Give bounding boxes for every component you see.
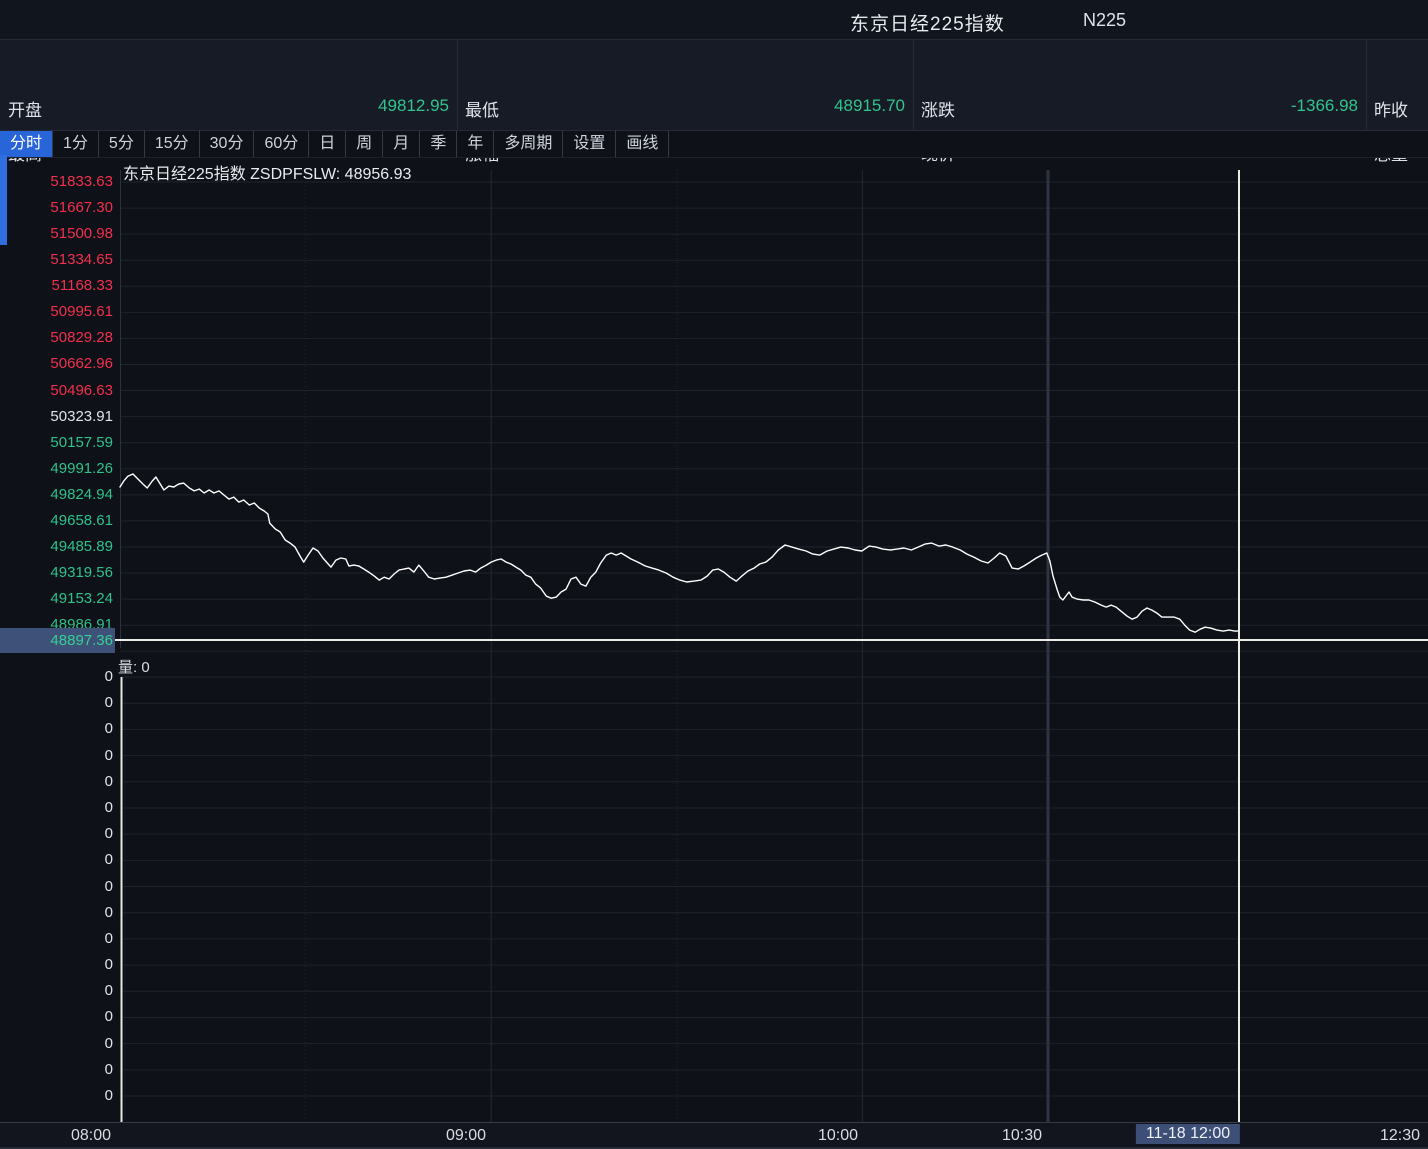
price-axis-label: 49824.94 bbox=[0, 486, 113, 504]
volume-axis-label: 0 bbox=[0, 720, 113, 738]
volume-axis-label: 0 bbox=[0, 1035, 113, 1053]
price-axis-label: 50829.28 bbox=[0, 329, 113, 347]
price-axis-label: 51168.33 bbox=[0, 277, 113, 295]
price-axis-label: 50323.91 bbox=[0, 408, 113, 426]
price-axis-label: 50662.96 bbox=[0, 355, 113, 373]
volume-axis-label: 0 bbox=[0, 851, 113, 869]
volume-axis-label: 0 bbox=[0, 747, 113, 765]
volume-axis-label: 0 bbox=[0, 1008, 113, 1026]
time-axis-label: 08:00 bbox=[71, 1127, 111, 1145]
price-axis-label: 51833.63 bbox=[0, 173, 113, 191]
time-axis-label: 09:00 bbox=[446, 1127, 486, 1145]
price-axis-label: 50496.63 bbox=[0, 382, 113, 400]
price-axis-label: 50157.59 bbox=[0, 434, 113, 452]
volume-axis-label: 0 bbox=[0, 668, 113, 686]
volume-readout-label: 量: 0 bbox=[118, 656, 150, 677]
price-axis-label: 51667.30 bbox=[0, 199, 113, 217]
trading-app-window: 东京日经225指数 N225 开盘 49812.95 最低 48915.70 涨… bbox=[0, 0, 1428, 1149]
volume-axis-label: 0 bbox=[0, 694, 113, 712]
time-axis-label: 12:30 bbox=[1380, 1127, 1420, 1145]
price-axis-label: 49658.61 bbox=[0, 512, 113, 530]
price-axis-label: 49153.24 bbox=[0, 590, 113, 608]
volume-axis-label: 0 bbox=[0, 773, 113, 791]
time-axis-label: 10:30 bbox=[1002, 1127, 1042, 1145]
volume-axis-label: 0 bbox=[0, 825, 113, 843]
volume-axis-label: 0 bbox=[0, 1061, 113, 1079]
volume-axis-label: 0 bbox=[0, 904, 113, 922]
price-axis-label: 51500.98 bbox=[0, 225, 113, 243]
volume-axis-label: 0 bbox=[0, 878, 113, 896]
left-scrollbar-thumb[interactable] bbox=[0, 155, 7, 245]
volume-axis-label: 0 bbox=[0, 930, 113, 948]
price-axis-label: 50995.61 bbox=[0, 303, 113, 321]
price-axis-label: 51334.65 bbox=[0, 251, 113, 269]
volume-axis-label: 0 bbox=[0, 1087, 113, 1105]
chart-overlay-label: 东京日经225指数 ZSDPFSLW: 48956.93 bbox=[123, 160, 411, 184]
volume-axis-label: 0 bbox=[0, 982, 113, 1000]
price-axis-label: 49319.56 bbox=[0, 564, 113, 582]
price-series-line bbox=[120, 474, 1239, 632]
time-axis-label-highlighted: 11-18 12:00 bbox=[1136, 1124, 1240, 1144]
price-axis-label: 49991.26 bbox=[0, 460, 113, 478]
price-axis-label: 49485.89 bbox=[0, 538, 113, 556]
volume-axis-label: 0 bbox=[0, 956, 113, 974]
crosshair-price-tag: 48897.36 bbox=[0, 628, 115, 653]
time-axis-label: 10:00 bbox=[818, 1127, 858, 1145]
volume-axis-label: 0 bbox=[0, 799, 113, 817]
